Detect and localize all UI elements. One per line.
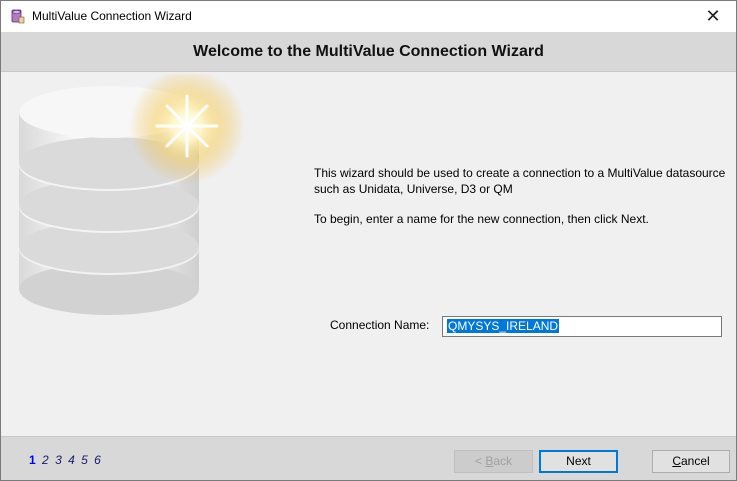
cancel-label-rest: ancel <box>680 454 710 468</box>
back-prefix: < <box>474 454 486 468</box>
connection-name-input[interactable]: QMYSYS_IRELAND <box>442 316 722 337</box>
connection-name-label: Connection Name: <box>330 318 430 332</box>
step-5[interactable]: 5 <box>81 453 88 467</box>
back-label-rest: ack <box>493 454 513 468</box>
database-wizard-icon <box>11 9 25 24</box>
title-bar: MultiValue Connection Wizard ✕ <box>1 1 736 32</box>
intro-text: This wizard should be used to create a c… <box>314 165 734 241</box>
step-2[interactable]: 2 <box>42 453 49 467</box>
header-band: Welcome to the MultiValue Connection Wiz… <box>1 32 736 72</box>
step-4[interactable]: 4 <box>68 453 75 467</box>
back-button[interactable]: < Back <box>454 450 533 473</box>
step-3[interactable]: 3 <box>55 453 62 467</box>
cancel-button[interactable]: Cancel <box>652 450 730 473</box>
close-icon: ✕ <box>705 6 721 26</box>
close-button[interactable]: ✕ <box>690 1 736 32</box>
wizard-window: MultiValue Connection Wizard ✕ Welcome t… <box>0 0 737 481</box>
window-title: MultiValue Connection Wizard <box>32 9 192 23</box>
page-title: Welcome to the MultiValue Connection Wiz… <box>193 43 544 60</box>
intro-line-1: This wizard should be used to create a c… <box>314 166 726 180</box>
footer-bar: 1 2 3 4 5 6 < Back Next Cancel <box>1 436 736 480</box>
intro-line-2: such as Unidata, Universe, D3 or QM <box>314 182 513 196</box>
intro-instruction: To begin, enter a name for the new conne… <box>314 212 649 226</box>
cancel-access-key: C <box>672 454 681 468</box>
wizard-content: This wizard should be used to create a c… <box>1 72 736 436</box>
intro-description: This wizard should be used to create a c… <box>314 165 734 197</box>
step-indicator: 1 2 3 4 5 6 <box>29 453 104 467</box>
step-6[interactable]: 6 <box>94 453 101 467</box>
next-button[interactable]: Next <box>539 450 618 473</box>
database-illustration <box>19 74 245 315</box>
step-1[interactable]: 1 <box>29 453 36 467</box>
connection-name-value: QMYSYS_IRELAND <box>447 319 560 333</box>
